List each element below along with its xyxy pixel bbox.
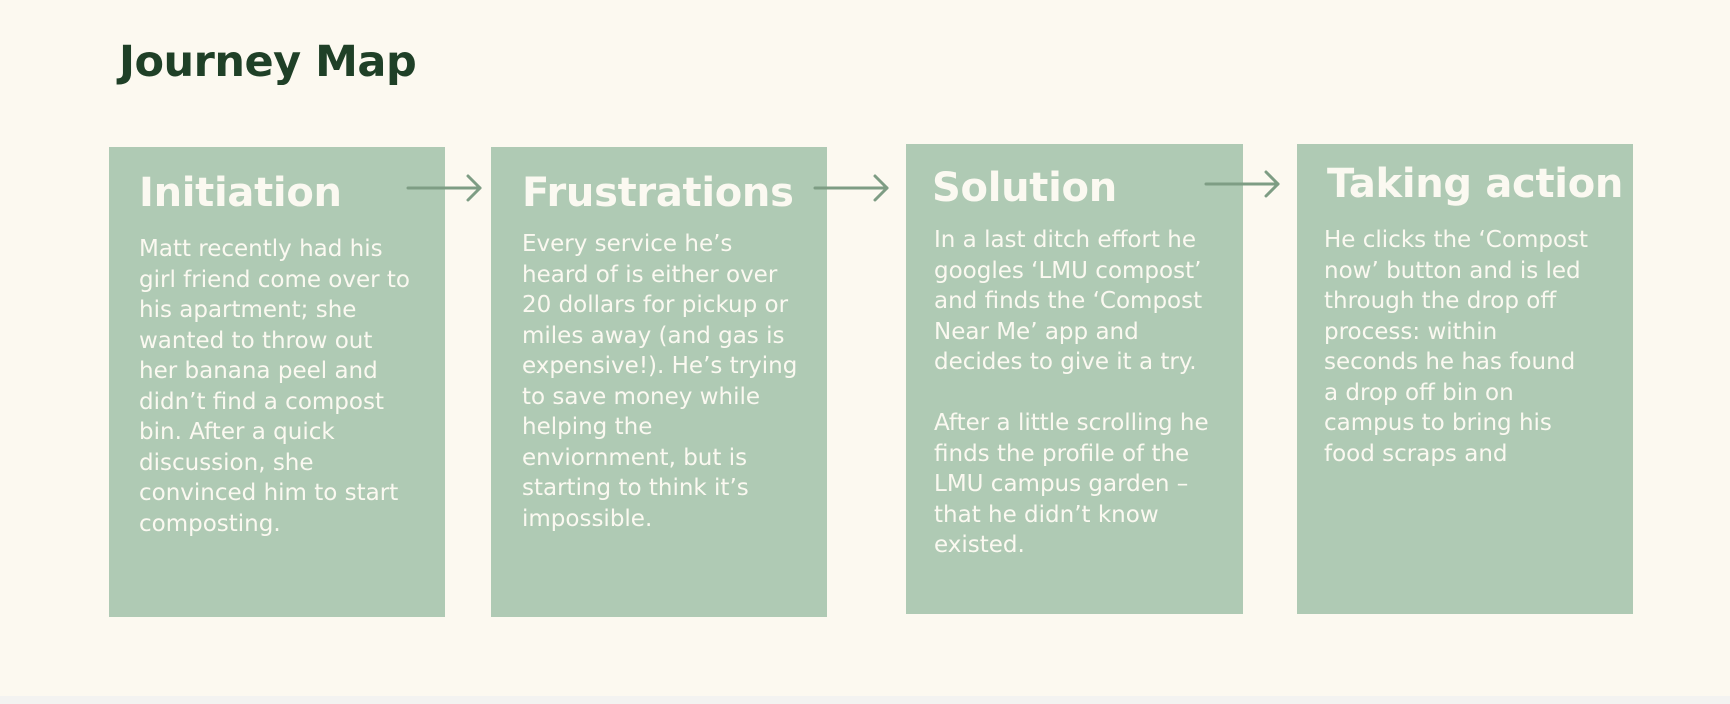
stage-description: He clicks the ‘Compost now’ button and i… xyxy=(1324,227,1589,467)
stage-description: Matt recently had his girl friend come o… xyxy=(139,236,411,537)
stage-description: Every service he’s heard of is either ov… xyxy=(522,231,798,532)
stage-title: Frustrations xyxy=(522,170,794,216)
arrow-right-icon xyxy=(406,174,482,202)
stage-card-solution: Solution In a last ditch effort he googl… xyxy=(906,144,1243,614)
page-title: Journey Map xyxy=(119,37,417,87)
stage-title: Initiation xyxy=(139,170,342,216)
stage-title: Taking action xyxy=(1327,161,1624,207)
stage-title: Solution xyxy=(932,165,1117,211)
stage-card-taking-action: Taking action He clicks the ‘Compost now… xyxy=(1297,144,1633,614)
stage-card-frustrations: Frustrations Every service he’s heard of… xyxy=(491,147,827,617)
arrow-right-icon xyxy=(813,174,889,202)
arrow-right-icon xyxy=(1204,170,1280,198)
stage-description: In a last ditch effort he googles ‘LMU c… xyxy=(934,227,1209,558)
slide-background: Journey Map Initiation Matt recently had… xyxy=(0,0,1730,696)
stage-card-initiation: Initiation Matt recently had his girl fr… xyxy=(109,147,445,617)
